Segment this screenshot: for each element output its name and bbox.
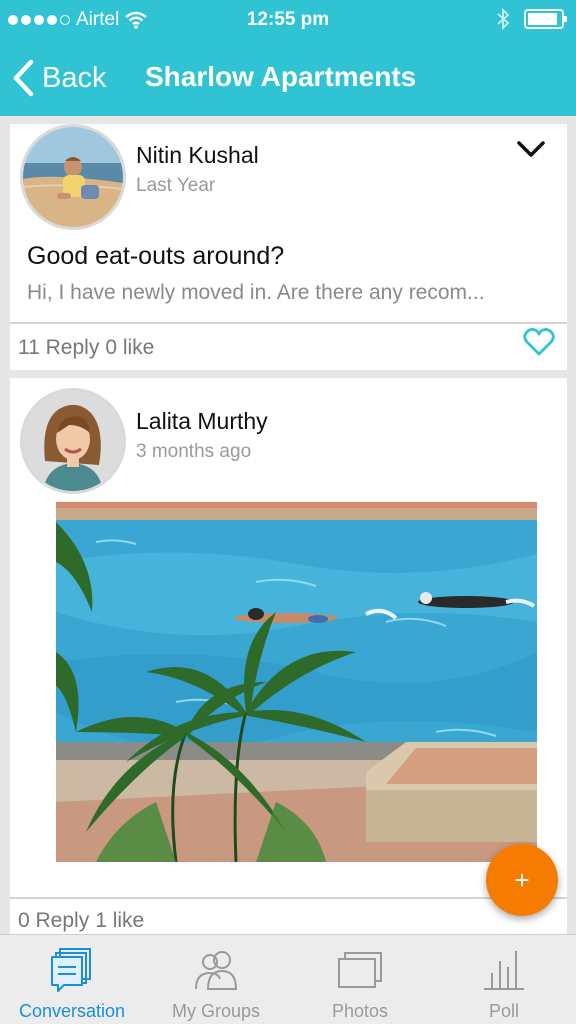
groups-icon [195, 951, 238, 990]
add-post-button[interactable]: + [486, 844, 558, 916]
tab-bar: Conversation My Groups Photos Poll [0, 934, 576, 1024]
divider [10, 322, 567, 324]
tab-label: My Groups [171, 1001, 261, 1021]
chevron-left-icon [13, 59, 34, 97]
tab-label: Poll [488, 1001, 519, 1021]
back-button[interactable]: Back [12, 56, 106, 100]
tab-label: Conversation [18, 1001, 126, 1021]
like-count[interactable]: 1 like [95, 909, 144, 933]
post-excerpt[interactable]: Hi, I have newly moved in. Are there any… [27, 281, 547, 305]
divider [10, 897, 567, 899]
avatar[interactable] [20, 388, 126, 494]
status-bar: Airtel 12:55 pm [0, 0, 576, 40]
status-time: 12:55 pm [246, 9, 330, 30]
back-label: Back [42, 61, 107, 94]
bluetooth-icon [497, 8, 510, 30]
tab-poll[interactable]: Poll [432, 935, 576, 1024]
avatar-image [23, 391, 123, 491]
post-card[interactable]: Lalita Murthy 3 months ago 0 Reply 1 lik… [10, 378, 567, 934]
post-time: 3 months ago [136, 441, 252, 462]
conversation-icon [51, 948, 91, 992]
status-right [496, 8, 567, 30]
post-title[interactable]: Good eat-outs around? [27, 242, 284, 271]
tab-photos[interactable]: Photos [288, 935, 432, 1024]
poll-icon [484, 951, 524, 990]
post-stats: 11 Reply 0 like [18, 336, 154, 360]
avatar[interactable] [20, 124, 126, 230]
post-stats: 0 Reply 1 like [18, 909, 144, 933]
post-author[interactable]: Lalita Murthy [136, 408, 268, 435]
conversation-feed[interactable]: Nitin Kushal Last Year Good eat-outs aro… [0, 116, 576, 934]
reply-count[interactable]: 11 Reply [18, 336, 99, 360]
reply-count[interactable]: 0 Reply [18, 909, 89, 933]
navigation-bar: Back Sharlow Apartments [0, 40, 576, 116]
heart-icon[interactable] [523, 327, 555, 357]
chevron-down-icon[interactable] [515, 138, 547, 160]
post-photo[interactable] [56, 502, 537, 862]
battery-icon [524, 9, 567, 29]
photos-icon [338, 952, 382, 988]
post-author[interactable]: Nitin Kushal [136, 142, 259, 169]
tab-label: Photos [331, 1001, 389, 1021]
page-title: Sharlow Apartments [145, 61, 417, 92]
like-count[interactable]: 0 like [105, 336, 154, 360]
pool-photo [56, 502, 537, 862]
post-time: Last Year [136, 175, 216, 196]
avatar-image [23, 127, 123, 227]
tab-conversation[interactable]: Conversation [0, 935, 144, 1024]
plus-icon: + [514, 864, 530, 895]
post-card[interactable]: Nitin Kushal Last Year Good eat-outs aro… [10, 124, 567, 370]
tab-my-groups[interactable]: My Groups [144, 935, 288, 1024]
